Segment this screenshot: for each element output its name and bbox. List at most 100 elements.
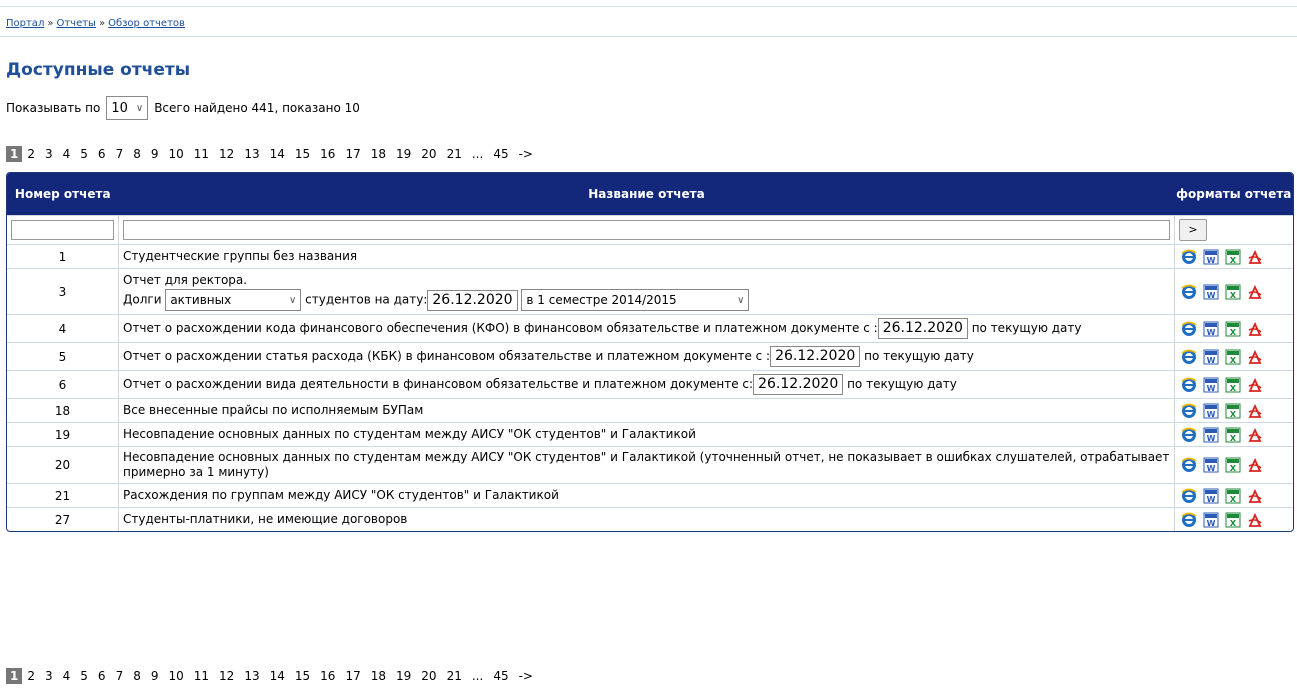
pdf-icon[interactable] bbox=[1247, 284, 1263, 300]
excel-icon[interactable]: X bbox=[1225, 284, 1241, 300]
report-link[interactable]: Студентческие группы без названия bbox=[123, 249, 357, 263]
pager-page[interactable]: 15 bbox=[290, 669, 315, 683]
pager-page[interactable]: 3 bbox=[40, 669, 58, 683]
column-header-number[interactable]: Номер отчета bbox=[7, 173, 119, 216]
pager-page[interactable]: 17 bbox=[340, 669, 365, 683]
pager-page[interactable]: 9 bbox=[146, 147, 164, 161]
pager-page[interactable]: 7 bbox=[111, 669, 129, 683]
pager-page[interactable]: 20 bbox=[416, 147, 441, 161]
excel-icon[interactable]: X bbox=[1225, 249, 1241, 265]
word-icon[interactable]: W bbox=[1203, 427, 1219, 443]
pager-page[interactable]: 12 bbox=[214, 147, 239, 161]
filter-number-input[interactable] bbox=[11, 220, 114, 240]
pager-current[interactable]: 1 bbox=[6, 668, 23, 684]
date-input[interactable]: 26.12.2020 bbox=[753, 374, 844, 395]
pager-page[interactable]: 4 bbox=[58, 147, 76, 161]
report-link[interactable]: Расхождения по группам между АИСУ "ОК ст… bbox=[123, 488, 559, 502]
excel-icon[interactable]: X bbox=[1225, 457, 1241, 473]
ie-icon[interactable] bbox=[1181, 349, 1197, 365]
excel-icon[interactable]: X bbox=[1225, 512, 1241, 528]
pdf-icon[interactable] bbox=[1247, 349, 1263, 365]
pager-page[interactable]: 17 bbox=[340, 147, 365, 161]
report-link[interactable]: Студенты-платники, не имеющие договоров bbox=[123, 512, 407, 526]
pager-next[interactable]: -> bbox=[514, 147, 538, 161]
pager-page[interactable]: 18 bbox=[366, 147, 391, 161]
pager-page[interactable]: 8 bbox=[128, 669, 146, 683]
word-icon[interactable]: W bbox=[1203, 377, 1219, 393]
pager-page[interactable]: 16 bbox=[315, 669, 340, 683]
excel-icon[interactable]: X bbox=[1225, 377, 1241, 393]
pager-page[interactable]: 9 bbox=[146, 669, 164, 683]
date-input[interactable]: 26.12.2020 bbox=[427, 289, 518, 311]
pager-page[interactable]: 10 bbox=[163, 669, 188, 683]
word-icon[interactable]: W bbox=[1203, 403, 1219, 419]
report-link[interactable]: Отчет о расхождении кода финансового обе… bbox=[123, 321, 878, 335]
word-icon[interactable]: W bbox=[1203, 457, 1219, 473]
pager-page[interactable]: 6 bbox=[93, 669, 111, 683]
ie-icon[interactable] bbox=[1181, 284, 1197, 300]
pager-page[interactable]: 19 bbox=[391, 147, 416, 161]
pdf-icon[interactable] bbox=[1247, 512, 1263, 528]
pager-last[interactable]: 45 bbox=[488, 669, 513, 683]
pager-current[interactable]: 1 bbox=[6, 146, 23, 162]
filter-apply-button[interactable]: > bbox=[1179, 219, 1207, 241]
pdf-icon[interactable] bbox=[1247, 321, 1263, 337]
pager-last[interactable]: 45 bbox=[488, 147, 513, 161]
pager-page[interactable]: 20 bbox=[416, 669, 441, 683]
pager-page[interactable]: 11 bbox=[189, 669, 214, 683]
ie-icon[interactable] bbox=[1181, 377, 1197, 393]
word-icon[interactable]: W bbox=[1203, 321, 1219, 337]
report-link[interactable]: Отчет для ректора. bbox=[123, 272, 1170, 289]
pager-page[interactable]: 4 bbox=[58, 669, 76, 683]
excel-icon[interactable]: X bbox=[1225, 403, 1241, 419]
breadcrumb-reports[interactable]: Отчеты bbox=[56, 18, 95, 29]
pager-page[interactable]: 5 bbox=[75, 147, 93, 161]
breadcrumb-overview[interactable]: Обзор отчетов bbox=[108, 18, 185, 29]
report-link[interactable]: Несовпадение основных данных по студента… bbox=[123, 450, 1169, 479]
pager-page[interactable]: 3 bbox=[40, 147, 58, 161]
pager-page[interactable]: 14 bbox=[265, 147, 290, 161]
pager-page[interactable]: 13 bbox=[239, 669, 264, 683]
pager-page[interactable]: 2 bbox=[22, 669, 40, 683]
ie-icon[interactable] bbox=[1181, 321, 1197, 337]
pdf-icon[interactable] bbox=[1247, 488, 1263, 504]
pager-page[interactable]: 13 bbox=[239, 147, 264, 161]
report-link[interactable]: Несовпадение основных данных по студента… bbox=[123, 427, 696, 441]
pdf-icon[interactable] bbox=[1247, 427, 1263, 443]
word-icon[interactable]: W bbox=[1203, 488, 1219, 504]
report-link[interactable]: Все внесенные прайсы по исполняемым БУПа… bbox=[123, 403, 423, 417]
date-input[interactable]: 26.12.2020 bbox=[877, 318, 968, 339]
ie-icon[interactable] bbox=[1181, 427, 1197, 443]
pager-page[interactable]: 12 bbox=[214, 669, 239, 683]
pager-page[interactable]: 21 bbox=[442, 669, 467, 683]
filter-name-input[interactable] bbox=[123, 220, 1170, 240]
breadcrumb-portal[interactable]: Портал bbox=[6, 18, 44, 29]
pager-page[interactable]: 2 bbox=[22, 147, 40, 161]
word-icon[interactable]: W bbox=[1203, 349, 1219, 365]
pdf-icon[interactable] bbox=[1247, 249, 1263, 265]
pager-page[interactable]: 18 bbox=[366, 669, 391, 683]
pager-page[interactable]: 10 bbox=[163, 147, 188, 161]
pdf-icon[interactable] bbox=[1247, 403, 1263, 419]
ie-icon[interactable] bbox=[1181, 457, 1197, 473]
excel-icon[interactable]: X bbox=[1225, 488, 1241, 504]
excel-icon[interactable]: X bbox=[1225, 349, 1241, 365]
pager-page[interactable]: 19 bbox=[391, 669, 416, 683]
pdf-icon[interactable] bbox=[1247, 457, 1263, 473]
pager-page[interactable]: 7 bbox=[111, 147, 129, 161]
pager-page[interactable]: 5 bbox=[75, 669, 93, 683]
word-icon[interactable]: W bbox=[1203, 284, 1219, 300]
pager-page[interactable]: 21 bbox=[442, 147, 467, 161]
ie-icon[interactable] bbox=[1181, 249, 1197, 265]
ie-icon[interactable] bbox=[1181, 512, 1197, 528]
pager-page[interactable]: 15 bbox=[290, 147, 315, 161]
pager-next[interactable]: -> bbox=[514, 669, 538, 683]
pager-page[interactable]: 16 bbox=[315, 147, 340, 161]
page-size-select[interactable]: 10 ∨ bbox=[106, 96, 149, 120]
semester-select[interactable]: в 1 семестре 2014/2015 ∨ bbox=[521, 289, 750, 311]
pager-page[interactable]: 6 bbox=[93, 147, 111, 161]
word-icon[interactable]: W bbox=[1203, 249, 1219, 265]
pdf-icon[interactable] bbox=[1247, 377, 1263, 393]
word-icon[interactable]: W bbox=[1203, 512, 1219, 528]
pager-page[interactable]: 14 bbox=[265, 669, 290, 683]
